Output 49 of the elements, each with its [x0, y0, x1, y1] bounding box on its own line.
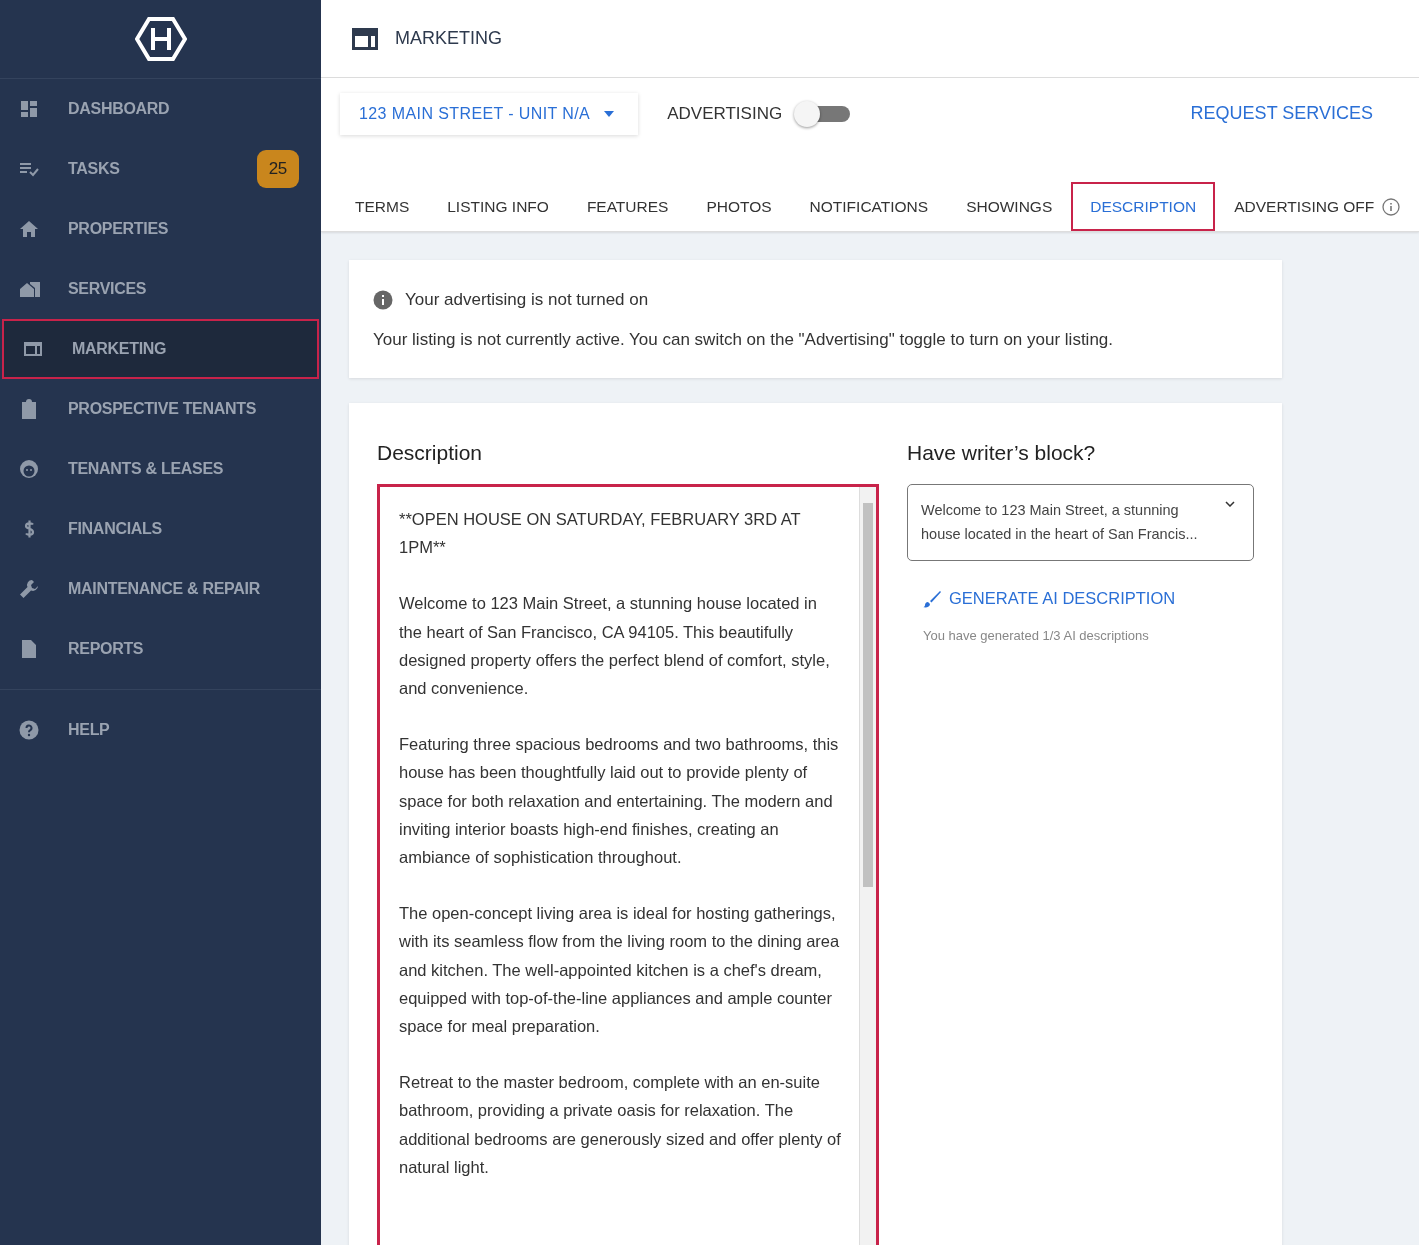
info-icon	[373, 290, 393, 310]
description-heading: Description	[377, 441, 484, 465]
nav-item[interactable]: SERVICES	[0, 259, 321, 319]
description-paragraph: **OPEN HOUSE ON SATURDAY, FEBRUARY 3RD AT 1PM**	[399, 509, 802, 559]
generate-ai-description-button[interactable]: GENERATE AI DESCRIPTION	[923, 589, 1176, 608]
tab[interactable]: LISTING INFO	[428, 182, 568, 231]
description-paragraph: Welcome to 123 Main Street, a stunning house located in the heart of San Francisco, CA 94105. This beautifully designed property offers the perfect blend of comfort, style, and convenience.	[399, 593, 831, 699]
property-select[interactable]: 123 MAIN STREET - UNIT N/A	[340, 92, 639, 135]
description-paragraph: Retreat to the master bedroom, complete with an en-suite bathroom, providing a private oasis for relaxation. The additional bedrooms are generously sized and offer plenty of natural light.	[399, 1072, 841, 1178]
nav-icon	[23, 339, 45, 359]
suggestion-select[interactable]: Welcome to 123 Main Street, a stunning house located in the heart of San Francis...	[907, 484, 1254, 561]
nav-item[interactable]: FINANCIALS	[0, 499, 321, 559]
nav-item[interactable]: PROSPECTIVE TENANTS	[0, 379, 321, 439]
usage-note: You have generated 1/3 AI descriptions	[923, 628, 1150, 643]
notice-message: Your listing is not currently active. You can switch on the "Advertising" toggle to turn on your listing.	[373, 330, 1114, 350]
tab[interactable]: TERMS	[336, 182, 429, 231]
nav-item[interactable]: HELP	[0, 700, 321, 760]
nav-item[interactable]: TASKS 25	[0, 139, 321, 199]
nav-item[interactable]: MARKETING	[2, 319, 319, 379]
count-badge: 25	[256, 150, 299, 188]
nav-icon	[19, 279, 41, 299]
logo-icon	[134, 16, 187, 62]
page-title: MARKETING	[395, 28, 502, 49]
tab[interactable]: FEATURES	[567, 182, 688, 231]
tab[interactable]: PHOTOS	[687, 182, 791, 231]
description-text-area[interactable]	[377, 484, 879, 1245]
tab[interactable]: ADVERTISING OFF	[1215, 182, 1419, 231]
brush-icon	[923, 589, 941, 608]
nav-item[interactable]: REPORTS	[0, 619, 321, 679]
request-services-link[interactable]: REQUEST SERVICES	[1184, 102, 1379, 125]
tab[interactable]: SHOWINGS	[947, 182, 1072, 231]
description-paragraph: The open-concept living area is ideal for hosting gatherings, with its seamless flow from the living room to the dining area and kitchen. The well-appointed kitchen is a chef's dream, equipped with top-of-the-line appliances and ample counter space for meal preparation.	[399, 903, 841, 1038]
description-paragraph: Featuring three spacious bedrooms and two bathrooms, this house has been thoughtfully laid out to provide plenty of space for both relaxation and entertaining. The modern and inviting interior boasts high-end finishes, creating an ambiance of sophistication throughout.	[399, 734, 840, 869]
advertising-label: ADVERTISING	[667, 103, 783, 124]
nav-icon	[19, 579, 41, 599]
tab[interactable]: NOTIFICATIONS	[790, 182, 948, 231]
chevron-down-icon	[1225, 501, 1235, 507]
nav-item[interactable]: DASHBOARD	[0, 79, 321, 139]
billboard-icon	[352, 27, 378, 50]
writers-block-heading: Have writer’s block?	[907, 441, 1097, 465]
notice-title: Your advertising is not turned on	[405, 290, 649, 310]
caret-icon	[604, 110, 615, 117]
nav-item[interactable]: MAINTENANCE & REPAIR	[0, 559, 321, 619]
nav-item[interactable]: PROPERTIES	[0, 199, 321, 259]
nav-item[interactable]: TENANTS & LEASES	[0, 439, 321, 499]
nav-icon	[19, 720, 41, 740]
nav-icon	[19, 459, 41, 479]
scrollbar-thumb[interactable]	[863, 503, 873, 887]
tab[interactable]: DESCRIPTION	[1071, 182, 1216, 231]
